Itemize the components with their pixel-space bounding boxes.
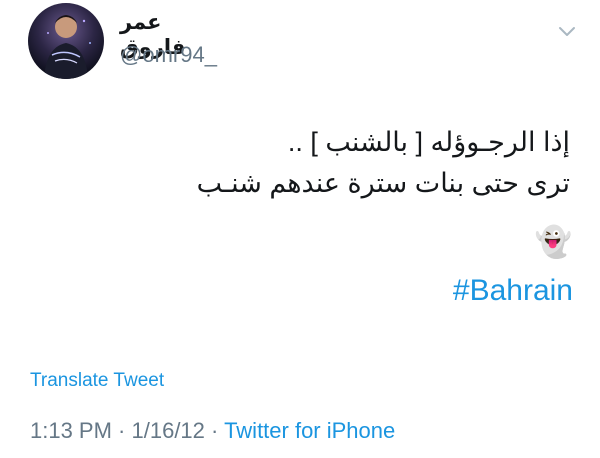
tweet-time[interactable]: 1:13 PM <box>30 418 112 443</box>
meta-separator: · <box>204 418 225 443</box>
hashtag-link[interactable]: #Bahrain <box>453 274 573 308</box>
avatar-image <box>44 15 91 79</box>
chevron-down-icon[interactable] <box>556 20 578 42</box>
meta-separator: · <box>111 418 132 443</box>
tweet-line: إذا الرجـوؤله [ بالشنب ] .. <box>287 127 570 157</box>
tweet-text: إذا الرجـوؤله [ بالشنب ] .. ترى حتى بنات… <box>50 122 570 204</box>
tweet-source-link[interactable]: Twitter for iPhone <box>224 418 395 443</box>
username-handle[interactable]: @omr94_ <box>120 42 217 68</box>
tweet-date[interactable]: 1/16/12 <box>132 418 205 443</box>
tweet-line: ترى حتى بنات سترة عندهم شنـب <box>196 168 570 198</box>
tweet-metadata: 1:13 PM · 1/16/12 · Twitter for iPhone <box>30 418 395 444</box>
translate-tweet-link[interactable]: Translate Tweet <box>30 370 164 392</box>
avatar[interactable] <box>28 3 104 79</box>
ghost-emoji: 👻 <box>534 226 572 259</box>
